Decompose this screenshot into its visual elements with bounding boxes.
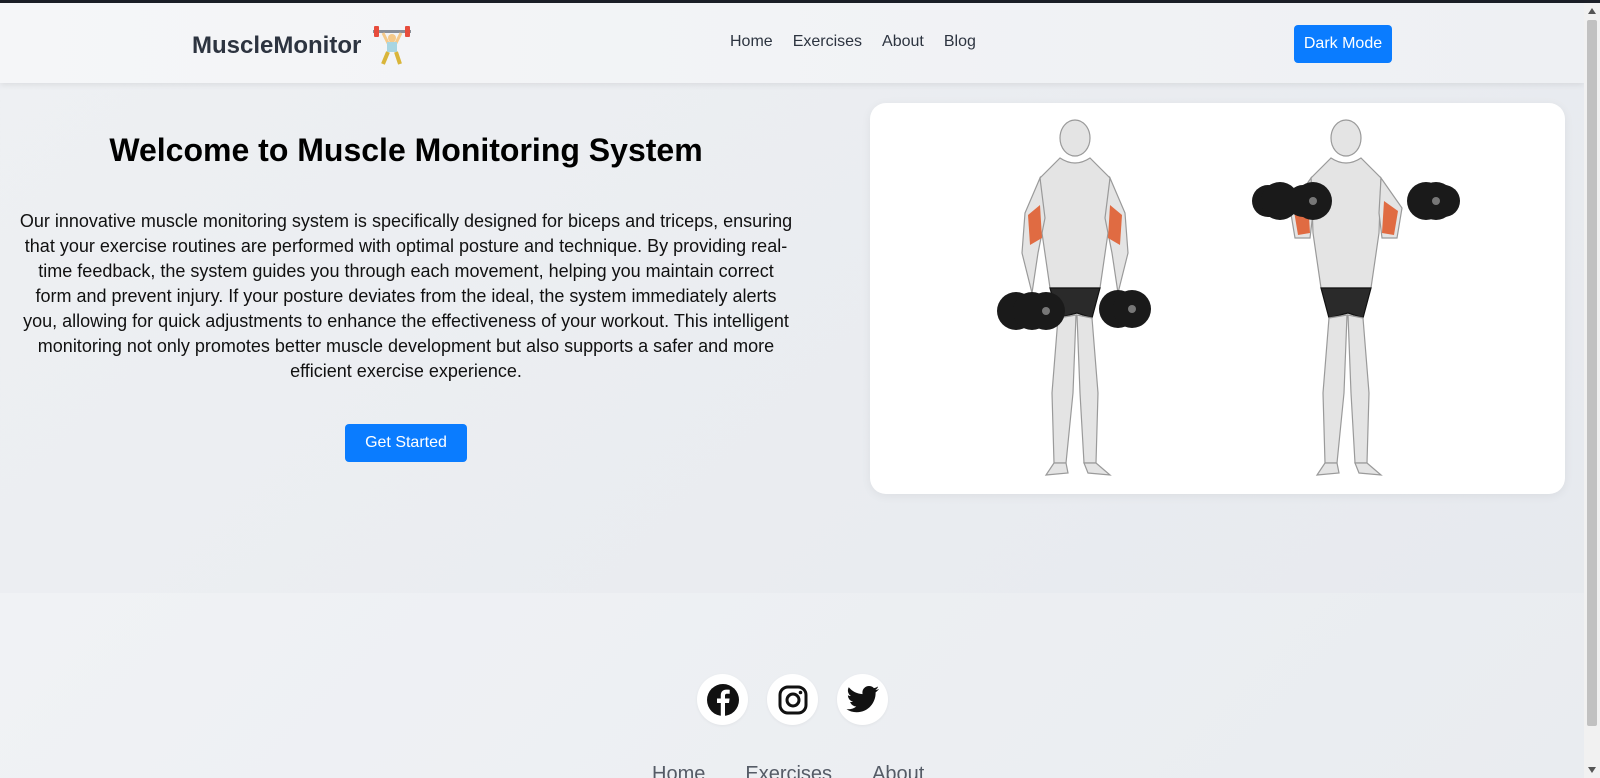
weightlifter-icon [373,26,412,65]
brand[interactable]: MuscleMonitor [192,25,413,67]
hero-section: Welcome to Muscle Monitoring System Our … [18,120,794,462]
facebook-icon[interactable] [697,674,748,725]
instagram-icon[interactable] [767,674,818,725]
dark-mode-button[interactable]: Dark Mode [1294,25,1392,63]
hero-title: Welcome to Muscle Monitoring System [109,132,703,168]
nav-blog[interactable]: Blog [944,33,976,51]
dumbbell-curl-right [1407,182,1460,220]
scroll-down-icon[interactable] [1588,767,1596,773]
dumbbell-left [997,292,1065,330]
footer-home[interactable]: Home [652,763,705,778]
hero-description: Our innovative muscle monitoring system … [19,211,793,381]
footer: Home Exercises About [0,593,1584,778]
social-links [697,674,888,725]
figure-curl [1289,119,1403,476]
footer-links: Home Exercises About [652,763,924,778]
navbar: MuscleMonitor Home Exercises About Blog … [0,3,1584,83]
brand-name: MuscleMonitor [192,32,362,59]
scroll-thumb[interactable] [1587,20,1597,726]
dumbbell-right [1099,290,1151,328]
nav-home[interactable]: Home [730,33,773,51]
nav-about[interactable]: About [882,33,924,51]
footer-about[interactable]: About [872,763,924,778]
get-started-button[interactable]: Get Started [345,424,467,462]
footer-exercises[interactable]: Exercises [745,763,832,778]
twitter-icon[interactable] [837,674,888,725]
bicep-curl-illustration [997,119,1460,476]
vertical-scrollbar[interactable] [1584,3,1600,778]
nav-links: Home Exercises About Blog [730,33,976,51]
exercise-image-card [870,103,1565,494]
scroll-up-icon[interactable] [1588,8,1596,14]
dumbbell-curl-left [1252,182,1332,220]
nav-exercises[interactable]: Exercises [793,33,862,51]
